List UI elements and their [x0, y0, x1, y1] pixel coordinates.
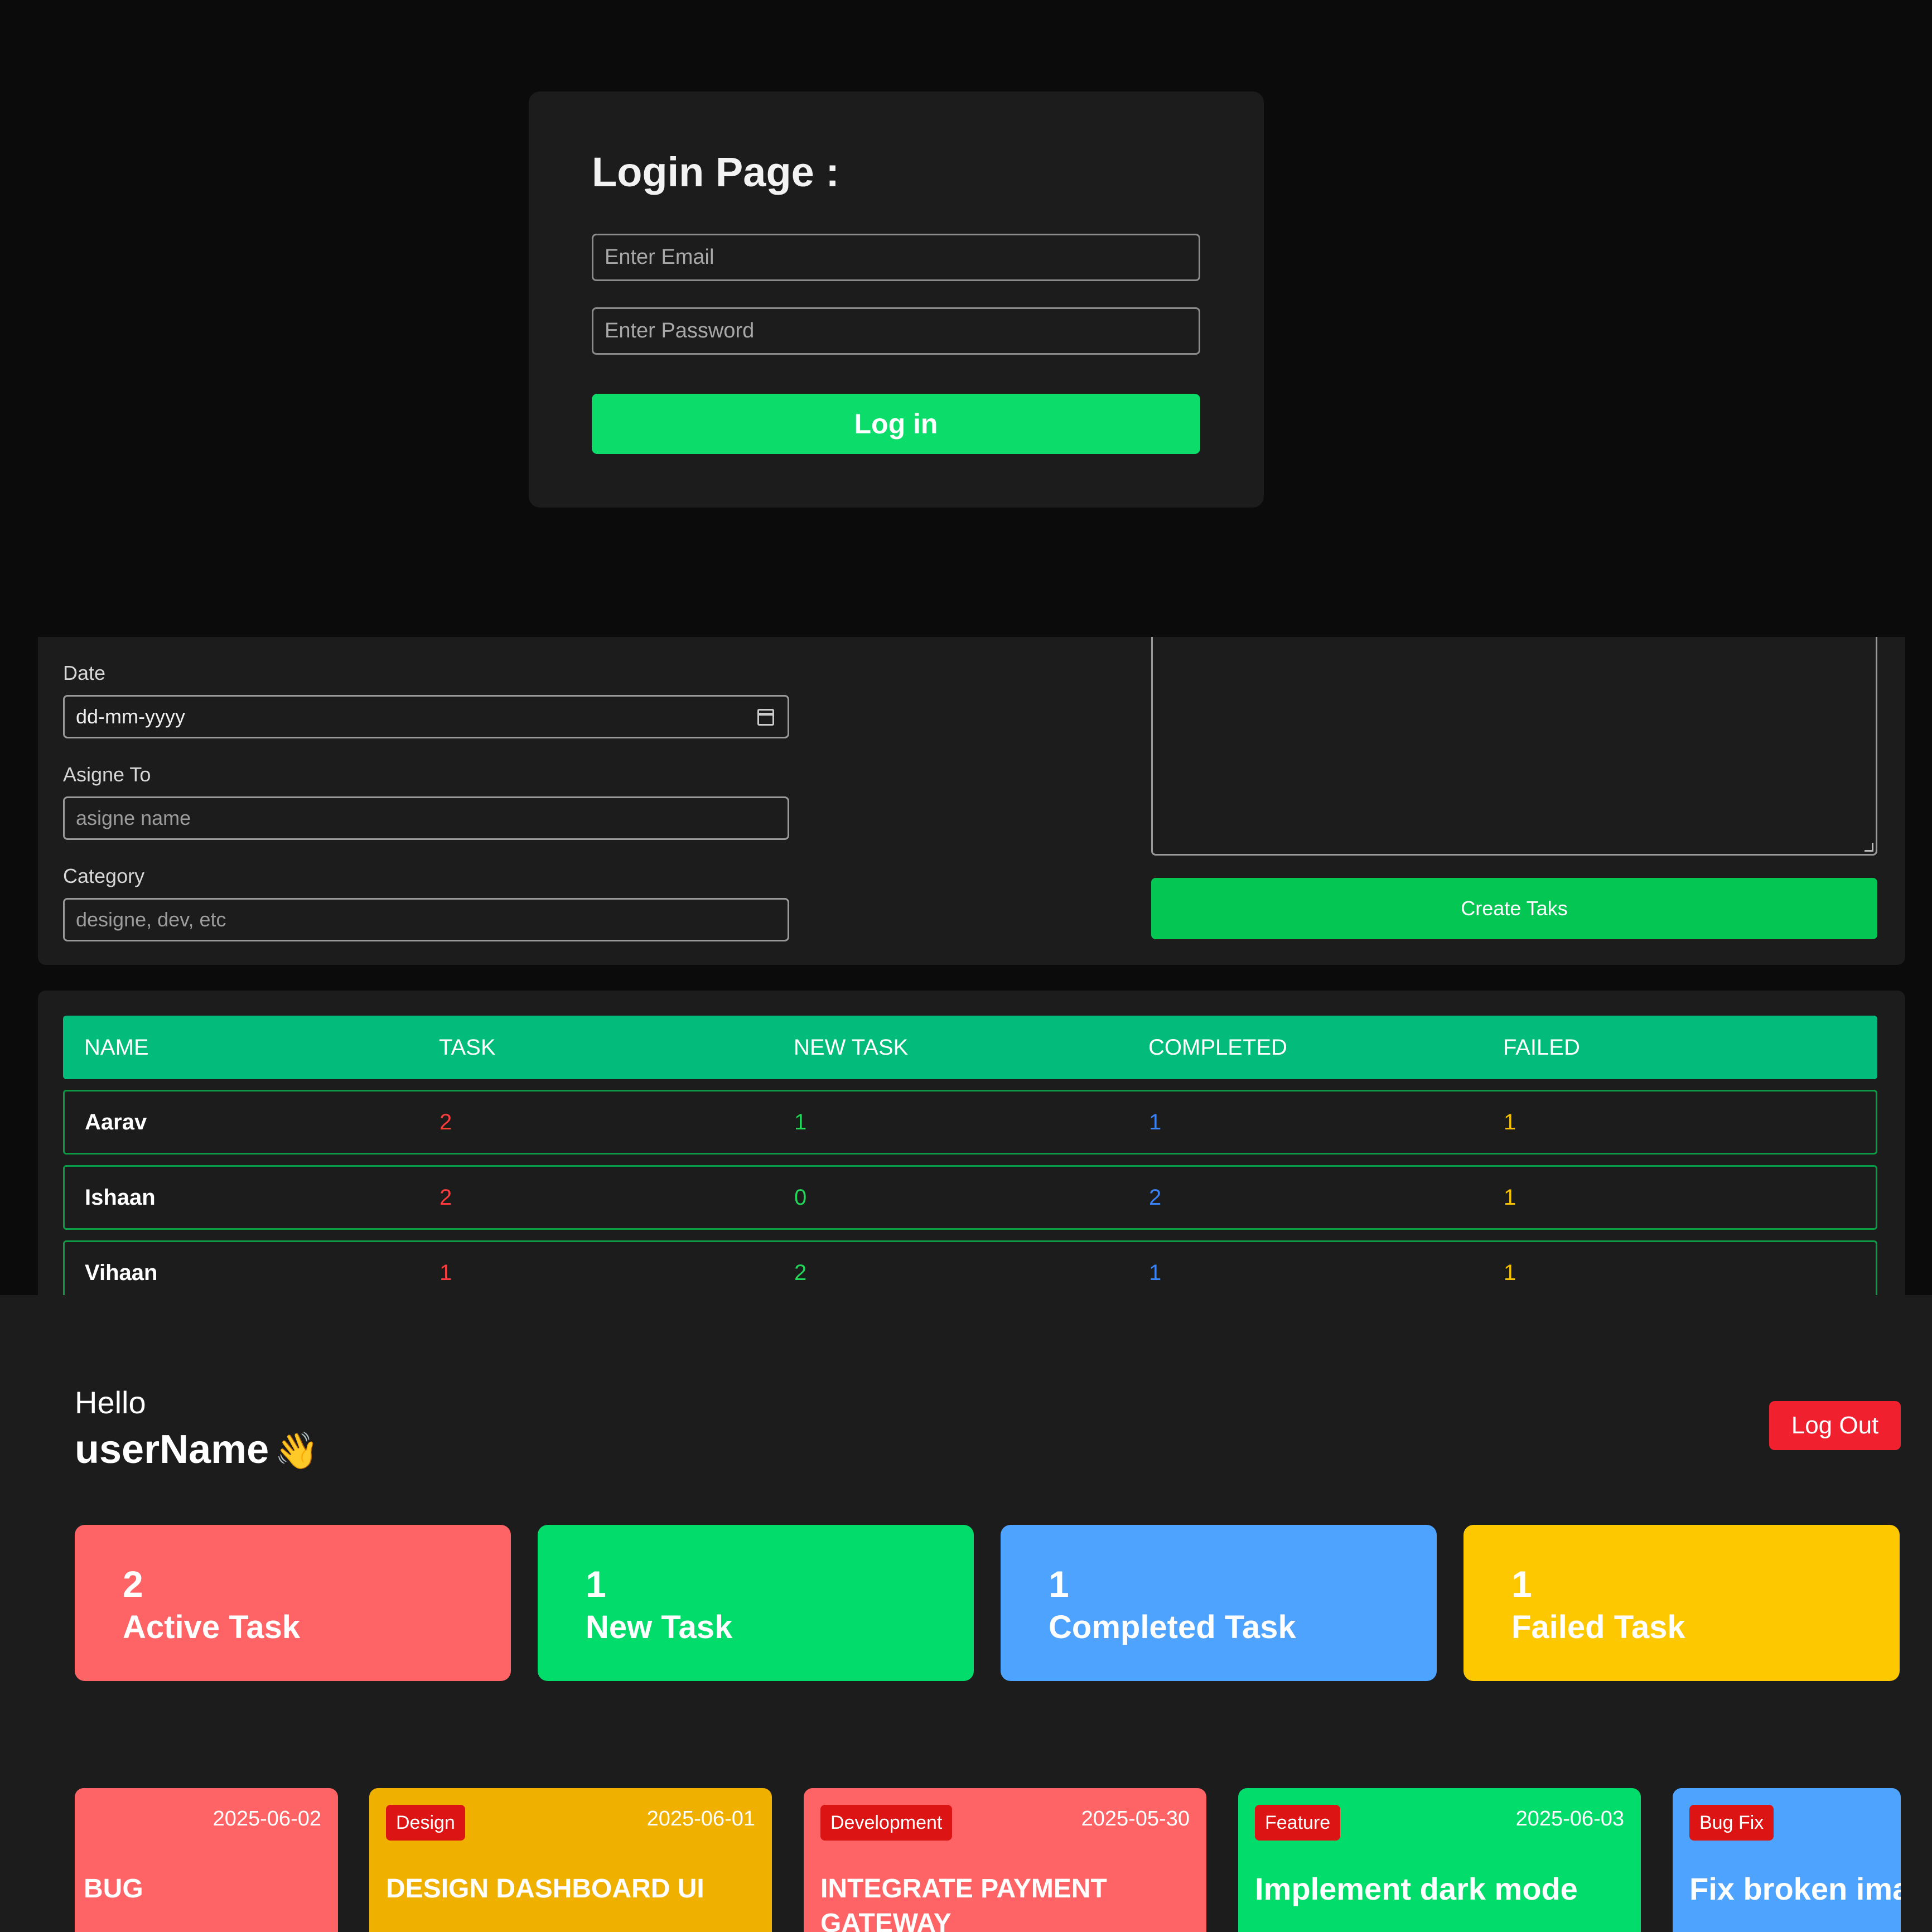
admin-dashboard: Date dd-mm-yyyy Asigne To Category Creat…	[0, 637, 1932, 1295]
table-row: Aarav 2 1 1 1	[63, 1090, 1877, 1155]
table-row: Ishaan 2 0 2 1	[63, 1165, 1877, 1230]
task-card[interactable]: Feature 2025-06-03 Implement dark mode	[1238, 1788, 1641, 1932]
task-date: 2025-06-02	[212, 1807, 321, 1830]
username-heading: userName 👋	[75, 1427, 319, 1472]
cell-completed: 1	[1149, 1110, 1162, 1134]
cell-new-task: 2	[794, 1260, 807, 1285]
cell-failed: 1	[1504, 1185, 1516, 1210]
task-date: 2025-06-01	[646, 1807, 755, 1830]
task-title: Implement dark mode	[1255, 1871, 1578, 1906]
password-input[interactable]	[592, 307, 1200, 355]
login-button[interactable]: Log in	[592, 394, 1200, 454]
stat-count: 1	[1049, 1563, 1069, 1605]
date-value: dd-mm-yyyy	[76, 705, 185, 728]
cell-completed: 2	[1149, 1185, 1162, 1210]
stat-count: 2	[123, 1563, 143, 1605]
header-new-task: NEW TASK	[794, 1035, 909, 1060]
header-name: NAME	[84, 1035, 149, 1060]
category-badge: Bug Fix	[1689, 1805, 1774, 1841]
task-date: 2025-05-30	[1081, 1807, 1190, 1830]
assignee-input[interactable]	[63, 796, 789, 840]
task-title: Fix broken ima	[1689, 1871, 1901, 1906]
task-title: INTEGRATE PAYMENT GATEWAY	[820, 1874, 1107, 1932]
login-title: Login Page :	[592, 149, 839, 195]
logout-button[interactable]: Log Out	[1769, 1401, 1901, 1450]
wave-icon: 👋	[274, 1431, 319, 1471]
category-badge: Design	[386, 1805, 465, 1841]
login-card: Login Page : Log in	[529, 91, 1264, 508]
category-input[interactable]	[63, 898, 789, 941]
cell-name: Ishaan	[85, 1185, 156, 1210]
stat-card-active: 2 Active Task	[75, 1525, 511, 1681]
cell-new-task: 0	[794, 1185, 807, 1210]
stat-label: Completed Task	[1049, 1609, 1296, 1645]
cell-failed: 1	[1504, 1260, 1516, 1285]
header-failed: FAILED	[1503, 1035, 1580, 1060]
date-input[interactable]: dd-mm-yyyy	[63, 695, 789, 738]
stat-count: 1	[1511, 1563, 1532, 1605]
create-task-button[interactable]: Create Taks	[1151, 878, 1877, 939]
task-title: DESIGN DASHBOARD UI	[386, 1874, 704, 1904]
category-badge: Feature	[1255, 1805, 1341, 1841]
login-page: Login Page : Log in	[0, 0, 1932, 637]
table-row: Vihaan 1 2 1 1	[63, 1240, 1877, 1295]
stat-label: New Task	[586, 1609, 733, 1645]
assignee-label: Asigne To	[63, 763, 151, 786]
stat-card-failed: 1 Failed Task	[1464, 1525, 1900, 1681]
greeting: Hello	[75, 1385, 146, 1420]
employee-dashboard: Hello userName 👋 Log Out 2 Active Task 1 …	[0, 1295, 1932, 1932]
stat-card-completed: 1 Completed Task	[1001, 1525, 1437, 1681]
calendar-icon[interactable]	[757, 709, 774, 726]
header-completed: COMPLETED	[1148, 1035, 1287, 1060]
cell-name: Vihaan	[85, 1260, 158, 1285]
task-card[interactable]: 2025-06-02 BUG	[75, 1788, 338, 1932]
task-date: 2025-06-03	[1515, 1807, 1624, 1830]
description-textarea[interactable]	[1151, 637, 1877, 856]
task-card[interactable]: Bug Fix Fix broken ima	[1673, 1788, 1901, 1932]
category-badge: Development	[820, 1805, 953, 1841]
task-title: BUG	[84, 1874, 143, 1904]
cell-failed: 1	[1504, 1110, 1516, 1134]
cell-completed: 1	[1149, 1260, 1162, 1285]
header-task: TASK	[439, 1035, 496, 1060]
stat-label: Active Task	[123, 1609, 301, 1645]
cell-task: 2	[439, 1110, 452, 1134]
email-input[interactable]	[592, 234, 1200, 281]
create-task-form: Date dd-mm-yyyy Asigne To Category Creat…	[38, 637, 1905, 965]
employee-task-table: NAME TASK NEW TASK COMPLETED FAILED Aara…	[38, 991, 1905, 1295]
cell-task: 2	[439, 1185, 452, 1210]
stat-card-new: 1 New Task	[538, 1525, 974, 1681]
date-label: Date	[63, 661, 106, 684]
resize-handle[interactable]	[1865, 843, 1873, 852]
username: userName	[75, 1427, 269, 1472]
task-card[interactable]: Development 2025-05-30 INTEGRATE PAYMENT…	[804, 1788, 1206, 1932]
cell-task: 1	[439, 1260, 452, 1285]
stat-label: Failed Task	[1511, 1609, 1685, 1645]
cell-name: Aarav	[85, 1110, 147, 1134]
category-label: Category	[63, 864, 145, 887]
cell-new-task: 1	[794, 1110, 807, 1134]
stat-count: 1	[586, 1563, 606, 1605]
task-card[interactable]: Design 2025-06-01 DESIGN DASHBOARD UI	[369, 1788, 772, 1932]
table-header: NAME TASK NEW TASK COMPLETED FAILED	[63, 1016, 1877, 1079]
